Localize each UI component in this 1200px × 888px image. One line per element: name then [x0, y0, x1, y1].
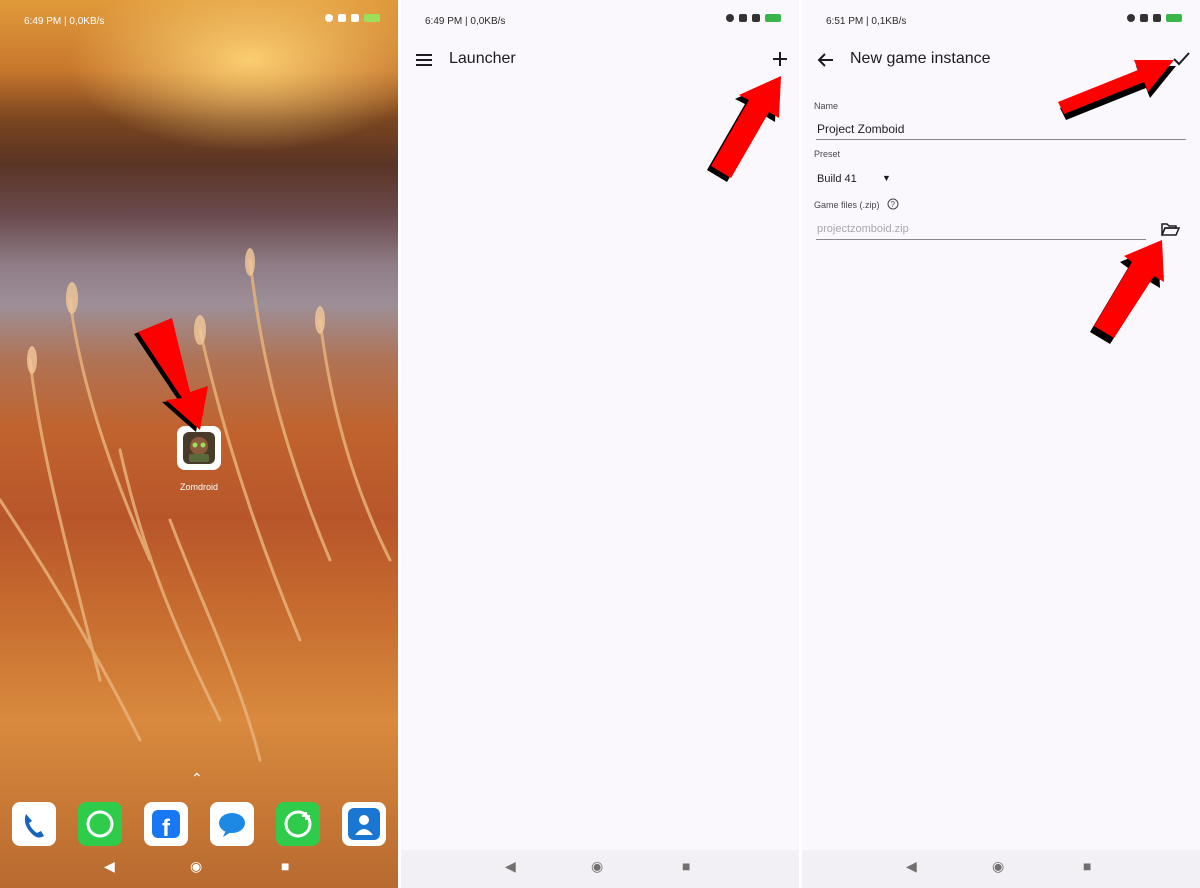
home-screen: 6:49 PM | 0,0KB/s Zomdroid ⌃ f ◀ ◉ ■	[0, 0, 398, 888]
home-nav-icon[interactable]: ◉	[992, 858, 1004, 875]
back-nav-icon[interactable]: ◀	[505, 858, 516, 875]
nav-bar: ◀ ◉ ■	[401, 850, 799, 888]
red-arrow-to-app	[134, 318, 208, 432]
launcher-screen: 6:49 PM | 0,0KB/s Launcher ◀ ◉ ■	[401, 0, 799, 888]
back-nav-icon[interactable]: ◀	[906, 858, 917, 875]
recents-nav-icon[interactable]: ■	[1083, 858, 1091, 874]
new-instance-screen: 6:51 PM | 0,1KB/s New game instance Name…	[802, 0, 1200, 888]
home-nav-icon[interactable]: ◉	[591, 858, 603, 875]
recents-nav-icon[interactable]: ■	[682, 858, 690, 874]
red-arrow-to-add	[707, 76, 781, 182]
nav-bar: ◀ ◉ ■	[802, 850, 1200, 888]
red-arrow-to-folder	[1090, 240, 1164, 344]
